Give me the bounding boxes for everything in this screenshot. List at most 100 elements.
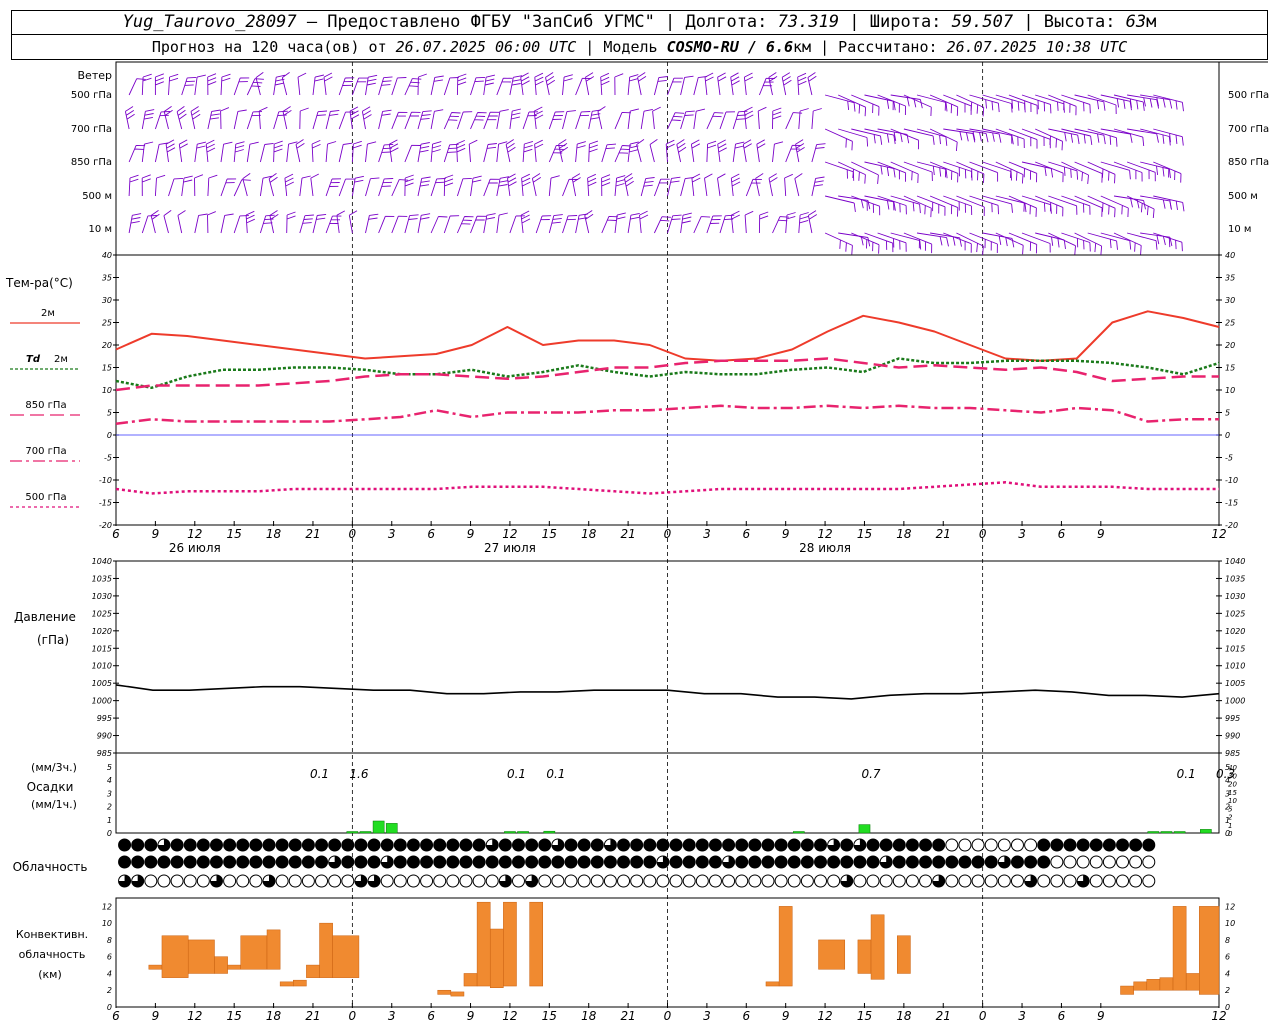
wind-barb (807, 72, 817, 96)
conv-bar (765, 981, 780, 987)
wind-barb (772, 141, 784, 163)
cloud-symbol (814, 874, 828, 888)
wind-barb (168, 177, 184, 197)
conv-tick-label: 12 (102, 902, 112, 911)
precip-3h-label-1: 1.6 (349, 767, 368, 781)
temperature-panel: -20 -20 -15 -15 -10 -10 -5 -5 0 0 5 5 10 10 15 15 20 20 25… (10, 251, 1238, 530)
wind-barb (470, 175, 482, 197)
precip-tick-label-1h: 20 (1228, 781, 1237, 789)
wind-barb (348, 210, 358, 234)
conv-axis-hour-label-8: 6 (427, 1009, 435, 1023)
wind-barb (128, 213, 142, 234)
wind-barb (351, 140, 362, 163)
wind-barb (1074, 195, 1103, 217)
conv-bar (1159, 977, 1174, 991)
wind-barb (310, 173, 320, 197)
conv-axis-hour-label-17: 9 (782, 1009, 790, 1023)
wind-barb (665, 139, 675, 163)
cloud-fill (184, 856, 197, 868)
conv-axis-hour-label-19: 15 (857, 1009, 872, 1023)
cloud-fill (328, 839, 341, 851)
conv-tick-label: 8 (107, 936, 112, 945)
wind-label: Ветер (78, 69, 112, 82)
cloud-fill (263, 856, 276, 868)
wind-barb (1008, 94, 1038, 115)
cloud-symbol (722, 874, 736, 888)
conv-axis-hour-label-21: 21 (936, 1009, 951, 1023)
precip-tick-label: 2 (107, 803, 112, 812)
pres-tick-label: 1005 (1225, 679, 1245, 688)
precip-label: Осадки (27, 780, 74, 794)
wind-barb (768, 173, 778, 197)
temp-tick-label: 10 (102, 386, 112, 395)
wind-barb (141, 73, 152, 96)
wind-barb (299, 175, 311, 197)
cloud-fill (801, 856, 814, 868)
wind-barb (496, 212, 508, 234)
wind-barb (758, 77, 776, 96)
wind-barb (794, 173, 803, 197)
precip-bar (359, 831, 372, 834)
wind-barb (982, 161, 1012, 181)
temp-tick-label: 0 (1225, 431, 1230, 440)
wind-barb (562, 215, 578, 234)
cloud-fill (591, 839, 604, 851)
cloud-fill (420, 839, 433, 851)
wind-barb (575, 141, 586, 163)
cloud-fill (761, 856, 774, 868)
wind-barb (531, 173, 542, 197)
wind-barb (361, 106, 372, 130)
cloud-symbol (669, 874, 683, 888)
wind-barb (325, 178, 342, 197)
wind-barb (207, 73, 217, 96)
wind-level-right-0: 500 гПа (1228, 90, 1269, 101)
conv-bar (489, 928, 504, 988)
wind-barb (744, 210, 754, 234)
conv-label-1: Конвективн. (16, 928, 88, 941)
precip-tick-label: 3 (107, 789, 112, 798)
wind-barb (795, 139, 805, 163)
cloud-fill (1116, 839, 1129, 851)
wind-barb (1087, 195, 1116, 218)
precip-bar (1200, 829, 1212, 834)
temp-tick-label: 0 (107, 431, 112, 440)
temp-tick-label: -10 (1225, 476, 1238, 485)
conv-axis-hour-label-7: 3 (388, 1009, 396, 1023)
wind-barb (141, 109, 155, 130)
precip-3h-label-4: 0.7 (861, 767, 880, 781)
temp-tick-label: 5 (1225, 409, 1230, 418)
precip-3h-label-2: 0.1 (507, 767, 526, 781)
conv-bar (1199, 906, 1220, 995)
precip-3h-label-6: 0.3 (1216, 767, 1235, 781)
wind-barb (624, 173, 634, 197)
pres-tick-label: 1005 (92, 679, 112, 688)
wind-barb (745, 178, 762, 197)
cloud-fill (630, 856, 643, 868)
wind-barb (781, 72, 792, 96)
cloud-fill (249, 839, 262, 851)
cloud-fill (748, 856, 761, 868)
pressure-label: Давление (14, 610, 76, 624)
cloud-fill (919, 839, 932, 851)
conv-axis-hour-label-1: 9 (152, 1009, 160, 1023)
cloud-symbol (1024, 838, 1038, 852)
cloud-fill (473, 856, 486, 868)
temp-axis-hour-label-0: 6 (112, 527, 120, 541)
cloud-fill (840, 839, 853, 851)
legend-500: 500 гПа (25, 492, 66, 503)
conv-bar (897, 935, 911, 974)
wind-barb (325, 109, 340, 130)
wind-barb (378, 109, 392, 130)
wind-level-left-3: 500 м (82, 191, 112, 202)
cloud-fill (945, 856, 958, 868)
cloud-fill (906, 856, 919, 868)
wind-barb (995, 161, 1024, 184)
wind-barb (667, 176, 681, 197)
temp-tick-label: 15 (1225, 364, 1235, 373)
conv-axis-hour-label-15: 3 (703, 1009, 711, 1023)
temp-tick-label: 40 (1225, 251, 1235, 260)
cloud-symbol (1116, 874, 1130, 888)
cloud-fill (932, 839, 945, 851)
wind-barb (627, 108, 640, 130)
wind-barb (717, 139, 727, 163)
